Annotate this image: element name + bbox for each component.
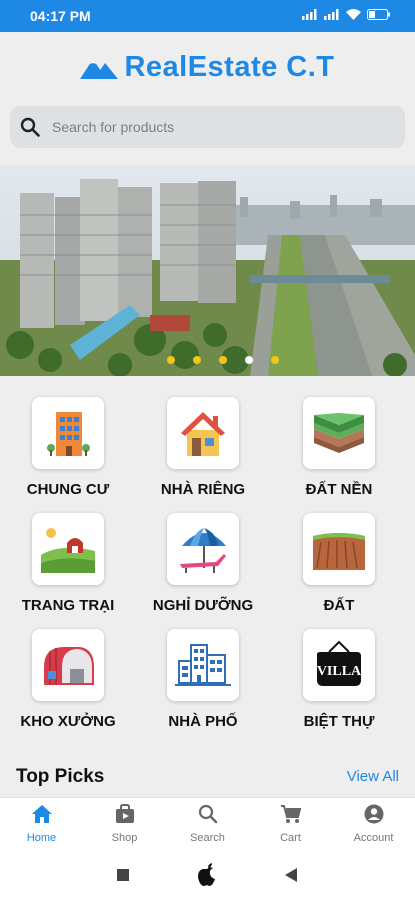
category-label: BIỆT THỰ	[303, 713, 375, 730]
home-apple-icon[interactable]	[196, 862, 218, 888]
category-label: ĐẤT	[323, 597, 355, 614]
carousel-dot-active[interactable]	[244, 356, 253, 364]
category-tile[interactable]	[167, 629, 239, 701]
carousel-dot[interactable]	[192, 356, 201, 364]
bottom-navigation: Home Shop Search Cart Account	[0, 797, 415, 851]
category-tile[interactable]	[167, 397, 239, 469]
soil-field-icon	[313, 533, 365, 570]
category-label: NGHỈ DƯỠNG	[152, 597, 254, 614]
back-icon[interactable]	[284, 867, 298, 883]
nav-label: Account	[353, 832, 394, 844]
search-icon	[20, 117, 40, 137]
svg-text:VILLA: VILLA	[317, 664, 362, 679]
wifi-icon	[346, 9, 361, 20]
category-nha-rieng[interactable]: NHÀ RIÊNG	[138, 397, 268, 498]
app-title: RealEstate C.T	[124, 50, 335, 83]
status-time: 04:17 PM	[30, 8, 91, 24]
search-bar[interactable]	[10, 106, 405, 148]
nav-item-account[interactable]: Account	[332, 798, 415, 851]
category-tile[interactable]	[303, 397, 375, 469]
category-dat-nen[interactable]: ĐẤT NỀN	[274, 397, 404, 498]
nav-item-search[interactable]: Search	[166, 798, 249, 851]
shop-bag-icon	[115, 804, 134, 823]
category-dat[interactable]: ĐẤT	[274, 513, 404, 614]
nav-label: Search	[190, 832, 225, 844]
category-label: CHUNG CƯ	[26, 481, 110, 498]
nav-label: Cart	[280, 832, 301, 844]
category-tile[interactable]	[32, 513, 104, 585]
nav-item-shop[interactable]: Shop	[83, 798, 166, 851]
status-icons	[302, 9, 391, 20]
beach-umbrella-icon	[180, 528, 226, 573]
system-navigation-bar	[0, 851, 415, 900]
category-kho-xuong[interactable]: KHO XƯỞNG	[3, 629, 133, 730]
nav-label: Shop	[111, 832, 138, 844]
section-title-top-picks: Top Picks	[16, 766, 105, 787]
category-label: NHÀ RIÊNG	[160, 481, 246, 498]
warehouse-icon	[44, 647, 94, 685]
signal-icon	[302, 9, 317, 20]
status-bar: 04:17 PM	[0, 0, 415, 32]
carousel-dot[interactable]	[218, 356, 227, 364]
mountain-logo-icon	[80, 59, 119, 79]
townhouse-icon	[175, 644, 231, 686]
nav-label: Home	[26, 832, 57, 844]
category-label: TRANG TRẠI	[21, 597, 115, 614]
category-label: NHÀ PHỐ	[168, 713, 238, 730]
banner-carousel[interactable]	[0, 165, 415, 376]
recent-apps-icon[interactable]	[116, 868, 130, 882]
apartment-building-icon	[47, 412, 90, 456]
carousel-indicators	[0, 356, 415, 364]
category-tile[interactable]	[32, 629, 104, 701]
home-icon	[31, 805, 52, 823]
category-tile[interactable]	[167, 513, 239, 585]
category-biet-thu[interactable]: VILLA BIỆT THỰ	[274, 629, 404, 730]
category-label: KHO XƯỞNG	[20, 713, 116, 730]
land-layers-icon	[314, 413, 364, 453]
category-nha-pho[interactable]: NHÀ PHỐ	[138, 629, 268, 730]
category-nghi-duong[interactable]: NGHỈ DƯỠNG	[138, 513, 268, 614]
search-icon	[198, 804, 217, 824]
signal-icon-secondary	[324, 9, 339, 20]
category-trang-trai[interactable]: TRANG TRẠI	[3, 513, 133, 614]
category-chung-cu[interactable]: CHUNG CƯ	[3, 397, 133, 498]
search-input[interactable]	[50, 118, 374, 136]
category-tile[interactable]: VILLA	[303, 629, 375, 701]
farm-icon	[41, 528, 95, 573]
cart-icon	[280, 805, 301, 823]
city-skyline-image	[0, 165, 415, 376]
category-label: ĐẤT NỀN	[305, 481, 373, 498]
app-header: RealEstate C.T	[0, 44, 415, 90]
carousel-dot[interactable]	[270, 356, 279, 364]
nav-item-cart[interactable]: Cart	[249, 798, 332, 851]
villa-sign-icon: VILLA	[317, 640, 362, 686]
account-icon	[364, 804, 383, 824]
view-all-link[interactable]: View All	[347, 768, 399, 785]
carousel-dot[interactable]	[166, 356, 175, 364]
nav-item-home[interactable]: Home	[0, 798, 83, 851]
category-tile[interactable]	[32, 397, 104, 469]
category-tile[interactable]	[303, 513, 375, 585]
battery-icon	[367, 9, 390, 20]
house-icon	[181, 412, 225, 456]
